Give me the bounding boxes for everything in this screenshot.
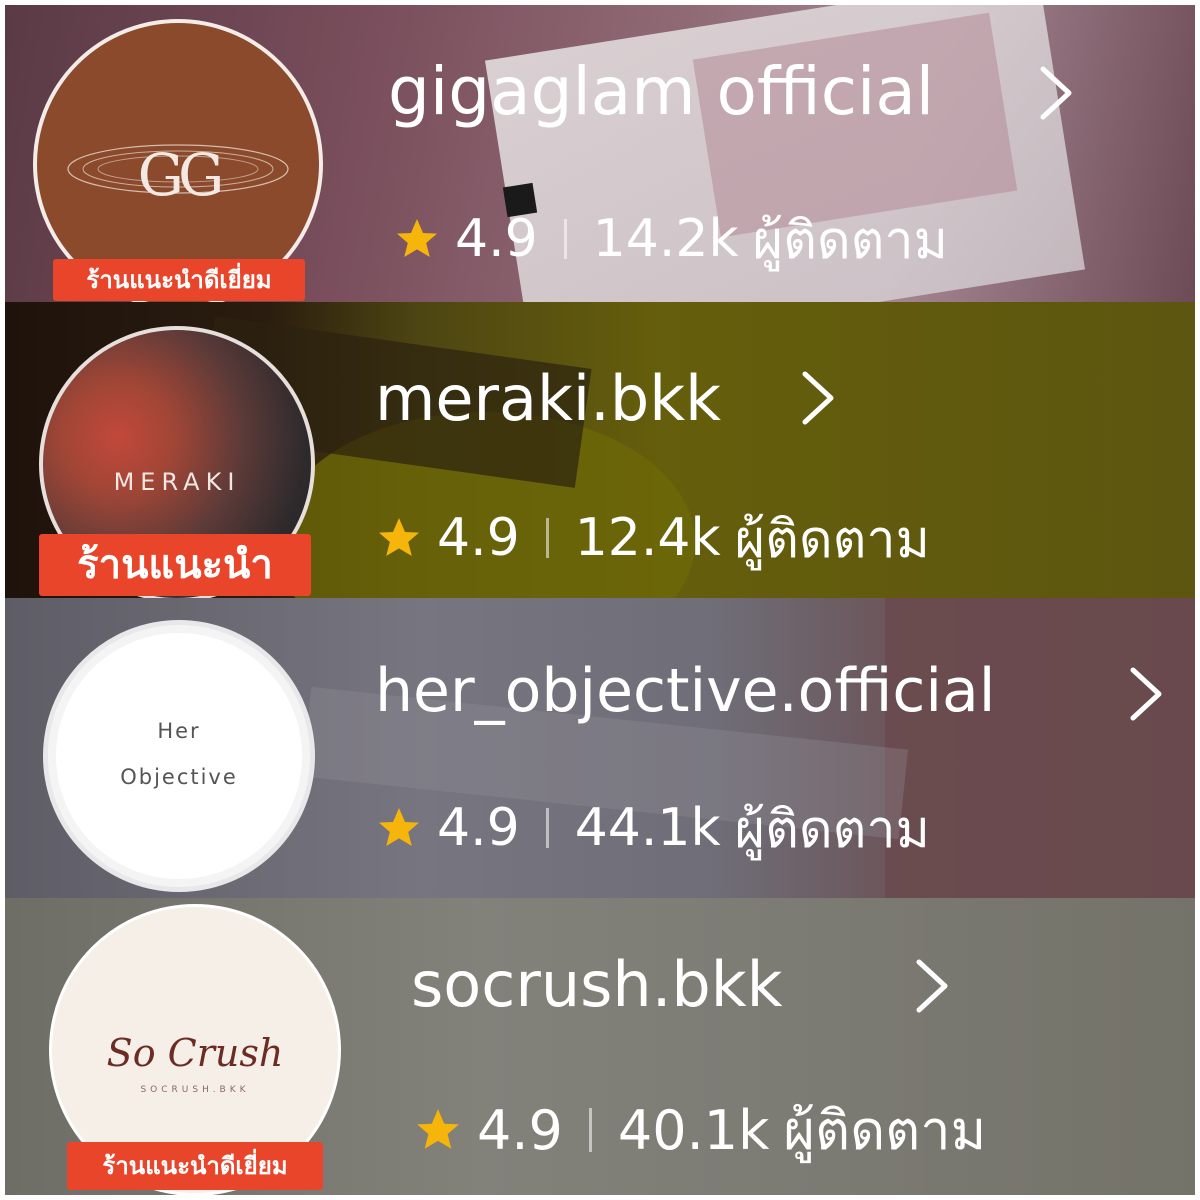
star-icon: [379, 518, 419, 556]
store-card-her-objective[interactable]: Her Objective her_objective.official 4.9…: [5, 598, 1195, 898]
store-name[interactable]: gigaglam official: [388, 53, 934, 130]
follower-label: ผู้ติดตาม: [734, 799, 930, 860]
rating-value: 4.9: [477, 1098, 563, 1162]
store-name[interactable]: meraki.bkk: [375, 362, 721, 435]
store-logo-subtext: SOCRUSH.BKK: [140, 1085, 250, 1095]
rating-value: 4.9: [455, 209, 538, 269]
store-logo-text: Her: [157, 719, 201, 743]
store-avatar[interactable]: Her Objective: [43, 620, 315, 892]
store-card-meraki[interactable]: MERAKI ร้านแนะนำ meraki.bkk 4.9 12.4k ผู…: [5, 302, 1195, 598]
store-list: GG ร้านแนะนำดีเยี่ยม gigaglam official 4…: [5, 5, 1195, 1195]
rating-value: 4.9: [437, 508, 520, 568]
store-logo-text: MERAKI: [113, 468, 241, 496]
store-logo-text: GG: [137, 141, 225, 209]
recommended-badge: ร้านแนะนำดีเยี่ยม: [67, 1142, 323, 1190]
store-stats: 4.9 44.1k ผู้ติดตาม: [375, 798, 930, 860]
follower-label: ผู้ติดตาม: [734, 509, 930, 570]
stats-divider: [545, 808, 549, 848]
store-logo-text: So Crush: [106, 1031, 284, 1075]
store-logo-text: Objective: [120, 765, 238, 789]
recommended-badge: ร้านแนะนำ: [39, 534, 311, 596]
store-stats: 4.9 40.1k ผู้ติดตาม: [413, 1098, 986, 1162]
follower-label: ผู้ติดตาม: [783, 1099, 987, 1162]
recommended-badge: ร้านแนะนำดีเยี่ยม: [53, 259, 305, 301]
follower-count: 12.4k: [574, 508, 721, 568]
stats-divider: [588, 1108, 592, 1152]
follower-count: 14.2k: [592, 209, 739, 269]
chevron-right-icon[interactable]: [797, 368, 837, 428]
chevron-right-icon[interactable]: [1125, 664, 1165, 724]
rating-value: 4.9: [437, 798, 520, 858]
store-name[interactable]: her_objective.official: [375, 656, 995, 726]
follower-label: ผู้ติดตาม: [752, 210, 948, 271]
store-stats: 4.9 12.4k ผู้ติดตาม: [375, 508, 930, 570]
store-stats: 4.9 14.2k ผู้ติดตาม: [393, 209, 948, 271]
stats-divider: [545, 518, 549, 558]
stats-divider: [563, 219, 567, 259]
star-icon: [417, 1109, 459, 1149]
star-icon: [379, 808, 419, 846]
store-name[interactable]: socrush.bkk: [411, 948, 783, 1021]
follower-count: 40.1k: [617, 1098, 770, 1162]
store-card-gigaglam[interactable]: GG ร้านแนะนำดีเยี่ยม gigaglam official 4…: [5, 5, 1195, 302]
star-icon: [397, 219, 437, 257]
follower-count: 44.1k: [574, 798, 721, 858]
chevron-right-icon[interactable]: [911, 956, 951, 1016]
chevron-right-icon[interactable]: [1035, 63, 1075, 123]
store-card-socrush[interactable]: So Crush SOCRUSH.BKK ร้านแนะนำดีเยี่ยม s…: [5, 898, 1195, 1195]
